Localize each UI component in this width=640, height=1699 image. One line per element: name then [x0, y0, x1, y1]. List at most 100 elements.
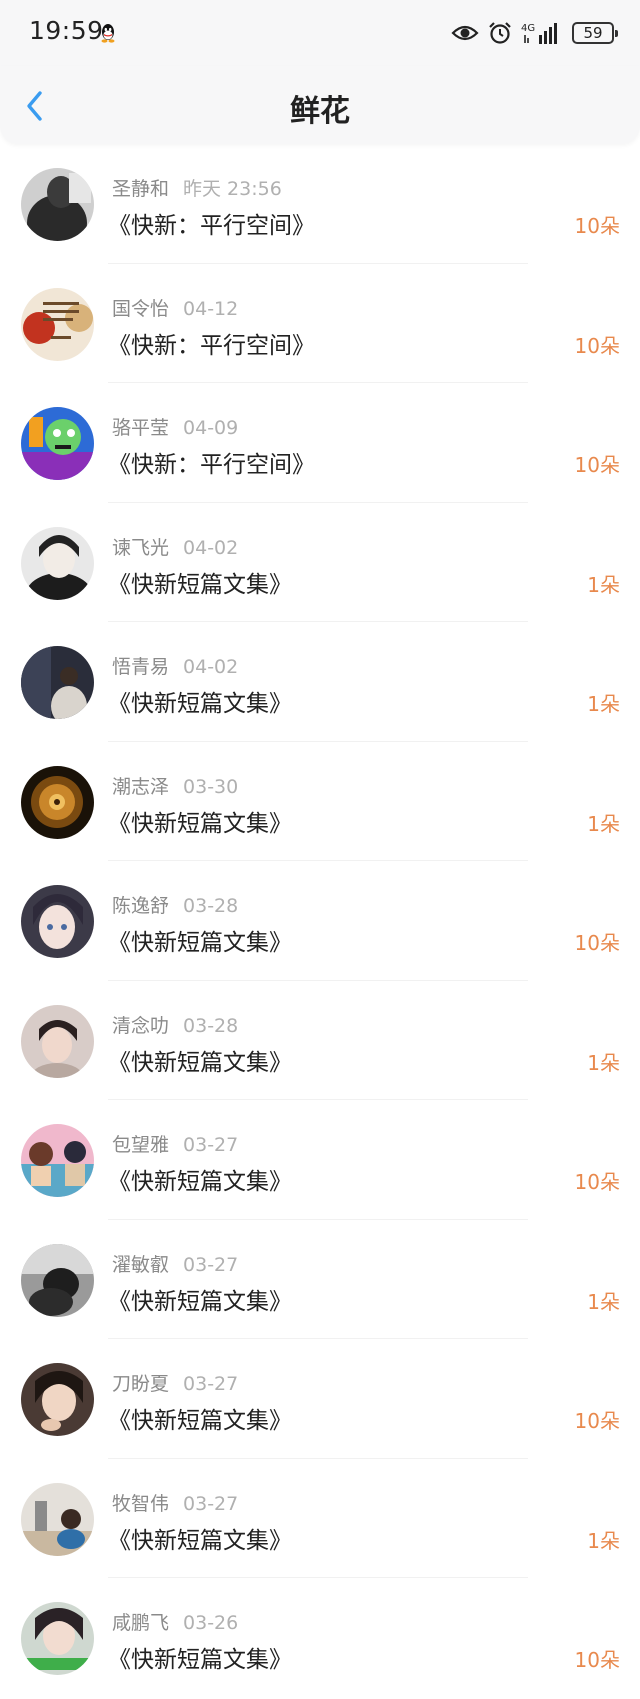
- gift-date: 03-28: [183, 1014, 239, 1037]
- avatar: [21, 885, 94, 958]
- avatar: [21, 407, 94, 480]
- avatar: [21, 168, 94, 241]
- gift-date: 昨天 23:56: [183, 178, 282, 200]
- avatar: [21, 1602, 94, 1675]
- gift-meta: 陈逸舒 03-28: [112, 891, 238, 918]
- sender-name: 陈逸舒: [112, 895, 170, 917]
- list-item[interactable]: 清念叻 03-28 《快新短篇文集》 1朵: [0, 981, 640, 1100]
- flower-count: 1朵: [587, 1289, 620, 1314]
- avatar: [21, 287, 94, 361]
- list-item[interactable]: 包望雅 03-27 《快新短篇文集》 10朵: [0, 1100, 640, 1220]
- signal-icon: 4G: [521, 23, 557, 44]
- book-title: 《快新短篇文集》: [108, 1288, 292, 1315]
- list-item[interactable]: 咸鹏飞 03-26 《快新短篇文集》 10朵: [0, 1578, 640, 1698]
- gift-meta: 包望雅 03-27: [112, 1130, 238, 1157]
- qq-icon: [101, 24, 115, 43]
- book-title: 《快新：平行空间》: [108, 213, 315, 239]
- list-item[interactable]: 谏飞光 04-02 《快新短篇文集》 1朵: [0, 503, 640, 622]
- gift-meta: 咸鹏飞 03-26: [112, 1608, 238, 1635]
- book-title: 《快新：平行空间》: [108, 452, 315, 478]
- book-title: 《快新短篇文集》: [108, 571, 292, 598]
- flower-count: 10朵: [574, 1170, 620, 1194]
- book-title: 《快新短篇文集》: [108, 930, 292, 956]
- sender-name: 潮志泽: [112, 775, 170, 798]
- network-type: 4G: [521, 23, 535, 34]
- list-item[interactable]: 骆平莹 04-09 《快新：平行空间》 10朵: [0, 383, 640, 503]
- avatar: [21, 1124, 94, 1197]
- flower-count: 1朵: [587, 811, 620, 836]
- gift-meta: 潮志泽 03-30: [112, 772, 238, 799]
- flower-count: 1朵: [587, 1050, 620, 1075]
- gift-meta: 清念叻 03-28: [112, 1011, 238, 1038]
- list-item[interactable]: 陈逸舒 03-28 《快新短篇文集》 10朵: [0, 861, 640, 981]
- gift-meta: 国令怡 04-12: [112, 294, 238, 321]
- gift-date: 03-27: [183, 1134, 239, 1156]
- avatar: [21, 526, 94, 600]
- book-title: 《快新短篇文集》: [108, 1647, 292, 1673]
- sender-name: 刀盼夏: [112, 1373, 170, 1395]
- gift-date: 04-09: [183, 417, 239, 439]
- list-item[interactable]: 刀盼夏 03-27 《快新短篇文集》 10朵: [0, 1339, 640, 1459]
- gift-date: 03-27: [183, 1253, 239, 1276]
- book-title: 《快新短篇文集》: [108, 1527, 292, 1554]
- gift-date: 04-02: [183, 656, 239, 678]
- book-title: 《快新短篇文集》: [108, 1169, 292, 1195]
- sender-name: 谏飞光: [112, 536, 170, 559]
- flower-count: 1朵: [587, 692, 620, 716]
- flower-count: 10朵: [574, 931, 620, 955]
- avatar: [21, 1243, 94, 1317]
- flower-count: 10朵: [574, 333, 620, 358]
- eye-icon: [451, 25, 479, 41]
- nav-bar: 鲜花: [0, 66, 640, 144]
- avatar: [21, 646, 94, 719]
- status-icons: 4G 59: [451, 18, 618, 48]
- avatar: [21, 1004, 94, 1078]
- flower-count: 10朵: [574, 1648, 620, 1672]
- gift-date: 04-12: [183, 297, 239, 320]
- list-item[interactable]: 牧智伟 03-27 《快新短篇文集》 1朵: [0, 1459, 640, 1578]
- avatar: [21, 765, 94, 839]
- book-title: 《快新短篇文集》: [108, 691, 292, 717]
- book-title: 《快新短篇文集》: [108, 810, 292, 837]
- gift-meta: 牧智伟 03-27: [112, 1489, 238, 1516]
- list-item[interactable]: 濯敏叡 03-27 《快新短篇文集》 1朵: [0, 1220, 640, 1339]
- sender-name: 骆平莹: [112, 417, 170, 439]
- gift-meta: 谏飞光 04-02: [112, 533, 238, 560]
- status-time: 19:59: [29, 16, 104, 45]
- sender-name: 清念叻: [112, 1014, 170, 1037]
- sender-name: 国令怡: [112, 297, 170, 320]
- flower-count: 1朵: [587, 572, 620, 597]
- list-item[interactable]: 圣静和 昨天 23:56 《快新：平行空间》 10朵: [0, 144, 640, 264]
- flower-count: 10朵: [574, 1409, 620, 1433]
- sender-name: 咸鹏飞: [112, 1612, 170, 1634]
- gift-date: 03-27: [183, 1492, 239, 1515]
- gift-date: 03-27: [183, 1373, 239, 1395]
- battery-icon: 59: [572, 22, 618, 44]
- gift-date: 03-30: [183, 775, 239, 798]
- sender-name: 圣静和: [112, 178, 170, 200]
- flower-count: 10朵: [574, 214, 620, 238]
- list-item[interactable]: 国令怡 04-12 《快新：平行空间》 10朵: [0, 264, 640, 383]
- gift-meta: 圣静和 昨天 23:56: [112, 174, 282, 201]
- list-item[interactable]: 潮志泽 03-30 《快新短篇文集》 1朵: [0, 742, 640, 861]
- list-item[interactable]: 悟青易 04-02 《快新短篇文集》 1朵: [0, 622, 640, 742]
- flower-count: 10朵: [574, 453, 620, 477]
- status-bar: 19:59 4G 59: [0, 0, 640, 66]
- book-title: 《快新：平行空间》: [108, 332, 315, 359]
- gift-meta: 刀盼夏 03-27: [112, 1369, 238, 1396]
- avatar: [21, 1482, 94, 1556]
- battery-level: 59: [583, 24, 603, 42]
- sender-name: 包望雅: [112, 1134, 170, 1156]
- page-title: 鲜花: [290, 94, 350, 129]
- sender-name: 悟青易: [112, 656, 170, 678]
- avatar: [21, 1363, 94, 1436]
- flower-gift-list: 圣静和 昨天 23:56 《快新：平行空间》 10朵 国令怡 04-12 《快新：平…: [0, 144, 640, 1698]
- sender-name: 牧智伟: [112, 1492, 170, 1515]
- flower-count: 1朵: [587, 1528, 620, 1553]
- gift-date: 04-02: [183, 536, 239, 559]
- book-title: 《快新短篇文集》: [108, 1049, 292, 1076]
- sender-name: 濯敏叡: [112, 1253, 170, 1276]
- gift-meta: 濯敏叡 03-27: [112, 1250, 238, 1277]
- gift-date: 03-26: [183, 1612, 239, 1634]
- alarm-icon: [489, 22, 511, 44]
